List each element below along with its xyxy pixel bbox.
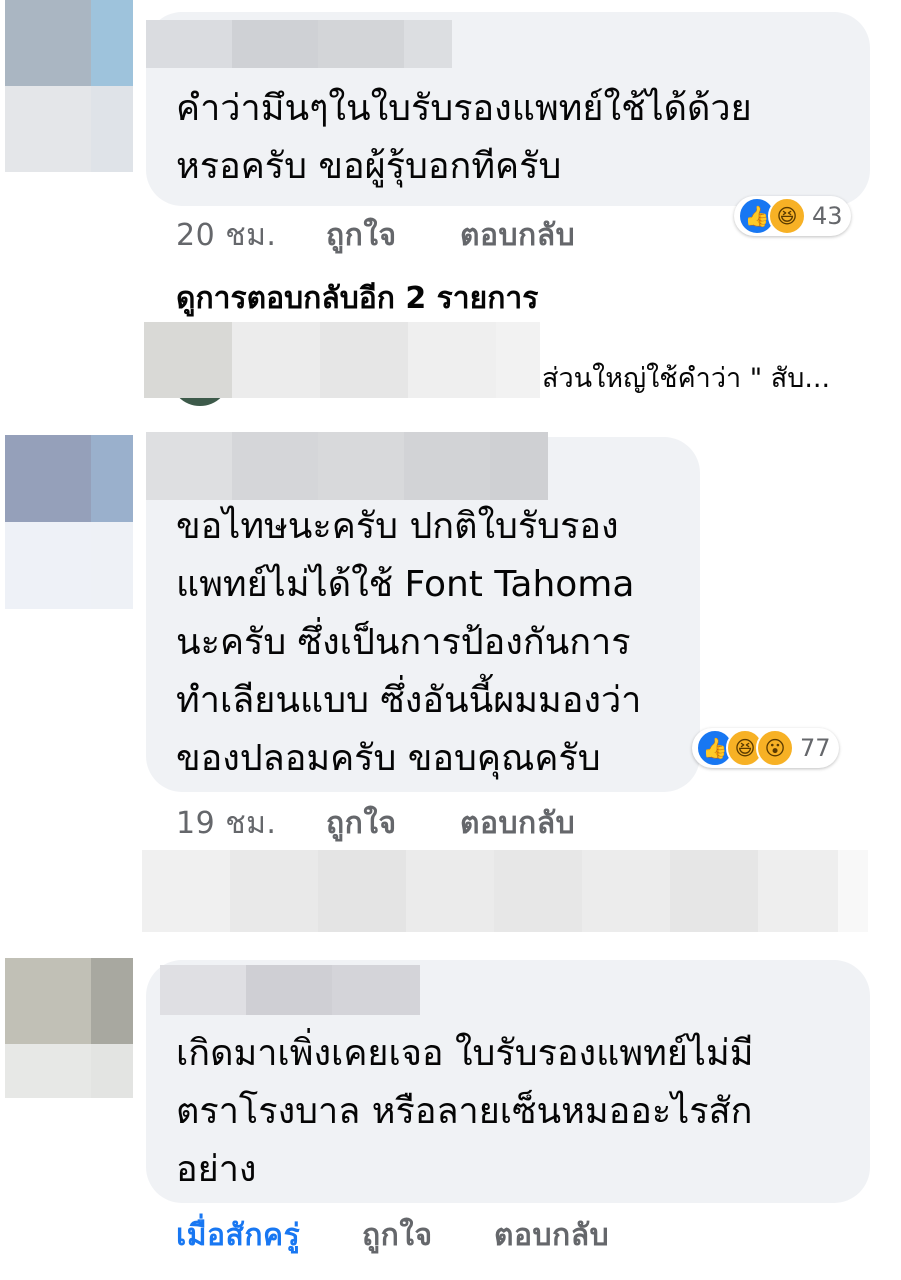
reply-preview-author-redacted[interactable] [144,322,540,398]
avatar[interactable] [5,958,133,1098]
comment-timestamp[interactable]: เมื่อสักครู่ [176,1212,300,1259]
avatar[interactable] [5,435,133,609]
reaction-count: 43 [812,202,843,230]
avatar[interactable] [5,0,133,172]
reaction-count: 77 [800,734,831,762]
like-button[interactable]: ถูกใจ [326,800,397,847]
author-name-redacted[interactable] [146,432,548,500]
reaction-summary[interactable]: 👍 😆 43 [734,196,851,236]
like-button[interactable]: ถูกใจ [362,1212,433,1259]
reply-button[interactable]: ตอบกลับ [494,1212,609,1259]
comment-actions: เมื่อสักครู่ ถูกใจ ตอบกลับ [176,1212,776,1253]
author-name-redacted[interactable] [160,965,420,1015]
author-name-redacted[interactable] [146,20,452,68]
reply-preview-text[interactable]: ส่วนใหญ่ใช้คำว่า " สับ... [542,356,830,399]
comment-timestamp[interactable]: 19 ชม. [176,800,276,847]
view-more-replies-link[interactable]: ดูการตอบกลับอีก 2 รายการ [176,275,538,322]
reply-button[interactable]: ตอบกลับ [460,212,575,259]
reply-button[interactable]: ตอบกลับ [460,800,575,847]
like-button[interactable]: ถูกใจ [326,212,397,259]
redacted-content-strip [142,850,868,932]
reaction-summary[interactable]: 👍 😆 😮 77 [692,728,839,768]
comment-text: ขอไทษนะครับ ปกติใบรับรอง แพทย์ไม่ได้ใช้ … [176,506,642,779]
comment-actions: 19 ชม. ถูกใจ ตอบกลับ [176,800,676,841]
comment-actions: 20 ชม. ถูกใจ ตอบกลับ [176,212,676,253]
comment-text: เกิดมาเพิ่งเคยเจอ ใบรับรองแพทย์ไม่มี ตรา… [176,1033,754,1190]
haha-icon: 😆 [768,197,806,235]
wow-icon: 😮 [756,729,794,767]
comment-timestamp[interactable]: 20 ชม. [176,212,276,259]
comment-text: คำว่ามึนๆในใบรับรองแพทย์ใช้ได้ด้วย หรอคร… [176,88,752,187]
